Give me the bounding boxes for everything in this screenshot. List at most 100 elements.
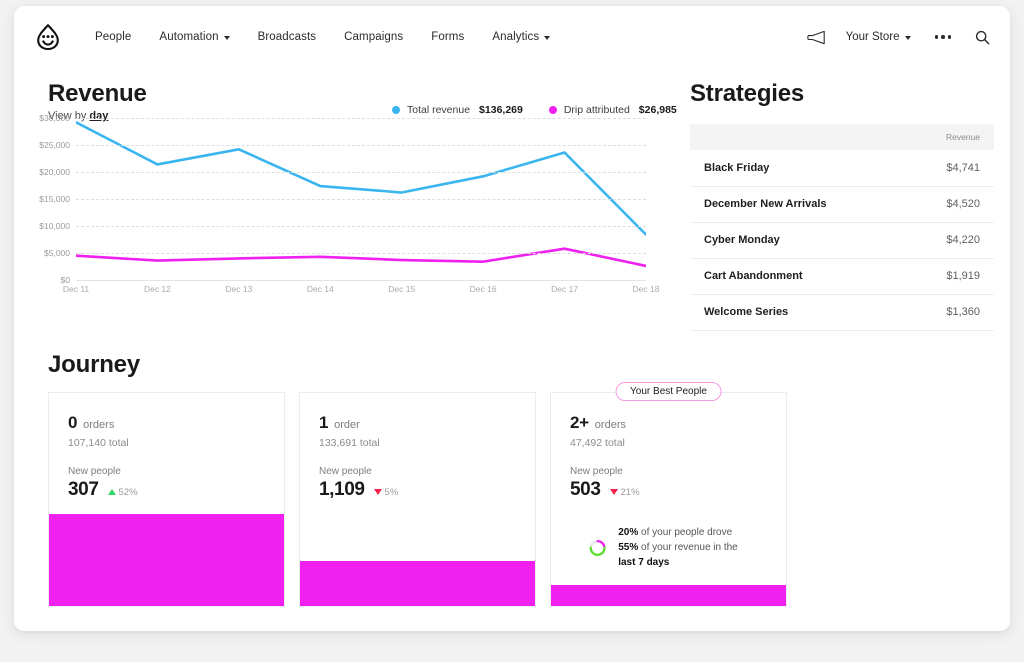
journey-card[interactable]: Your Best People2+orders47,492 totalNew … (550, 392, 787, 607)
chart-gridline (76, 199, 646, 200)
strategy-name: Black Friday (690, 150, 899, 186)
strategy-name: Cart Abandonment (690, 258, 899, 294)
strategy-name: Cyber Monday (690, 222, 899, 258)
nav-item-people[interactable]: People (81, 25, 145, 49)
orders-line: 1order (319, 413, 516, 433)
new-people-label: New people (570, 466, 767, 477)
nav-item-campaigns[interactable]: Campaigns (330, 25, 417, 49)
strategy-name: Welcome Series (690, 294, 899, 330)
arrow-down-icon (374, 489, 382, 495)
table-row[interactable]: Cart Abandonment$1,919 (690, 258, 994, 294)
nav-item-forms[interactable]: Forms (417, 25, 478, 49)
arrow-down-icon (610, 489, 618, 495)
journey-card[interactable]: 1order 133,691 total New people 1,1095% (299, 392, 536, 607)
delta-value: 52% (119, 487, 138, 498)
x-axis-labels: Dec 11Dec 12Dec 13Dec 14Dec 15Dec 16Dec … (76, 284, 646, 304)
legend-label: Drip attributed (564, 104, 630, 116)
chart-line-drip-attributed (76, 249, 646, 266)
nav-item-broadcasts[interactable]: Broadcasts (244, 25, 331, 49)
strategy-revenue: $4,220 (899, 222, 994, 258)
x-axis-tick-label: Dec 18 (633, 284, 660, 294)
orders-word: orders (83, 419, 114, 431)
x-axis-tick-label: Dec 11 (63, 284, 89, 294)
y-axis-tick-label: $25,000 (39, 140, 70, 150)
search-icon[interactable] (975, 30, 990, 45)
strategy-revenue: $4,520 (899, 186, 994, 222)
more-options-icon[interactable] (931, 31, 956, 43)
nav-item-label: Analytics (492, 31, 539, 43)
nav-item-label: Broadcasts (258, 31, 317, 43)
table-row[interactable]: December New Arrivals$4,520 (690, 186, 994, 222)
strategies-table-head: Revenue (690, 124, 994, 150)
new-people-label: New people (319, 466, 516, 477)
revenue-line-chart: $0$5,000$10,000$15,000$20,000$25,000$30,… (14, 118, 662, 308)
delta-value: 5% (385, 487, 399, 498)
drip-logo[interactable] (33, 21, 63, 53)
strategy-revenue: $4,741 (899, 150, 994, 186)
journey-card-body: 0orders107,140 totalNew people30752% (49, 393, 284, 501)
chart-gridline (76, 226, 646, 227)
legend-item-total-revenue: Total revenue $136,269 (392, 104, 523, 116)
journey-card-body: 2+orders47,492 totalNew people50321%20% … (551, 393, 786, 570)
chevron-down-icon (544, 36, 550, 40)
primary-nav-links: People Automation Broadcasts Campaigns F… (81, 25, 564, 49)
orders-total: 133,691 total (319, 437, 516, 449)
journey-card-body: 1order 133,691 total New people 1,1095% (300, 393, 535, 501)
x-axis-tick-label: Dec 13 (225, 284, 252, 294)
search-glyph (975, 30, 990, 45)
orders-total: 47,492 total (570, 437, 767, 449)
table-row[interactable]: Cyber Monday$4,220 (690, 222, 994, 258)
strategy-revenue: $1,919 (899, 258, 994, 294)
store-selector[interactable]: Your Store (846, 31, 911, 43)
new-people-count: 307 (68, 479, 99, 501)
x-axis-tick-label: Dec 14 (307, 284, 334, 294)
table-row[interactable]: Black Friday$4,741 (690, 150, 994, 186)
dot (948, 35, 952, 39)
orders-total: 107,140 total (68, 437, 265, 449)
orders-line: 0orders (68, 413, 265, 433)
journey-title: Journey (48, 351, 140, 379)
y-axis-tick-label: $30,000 (39, 113, 70, 123)
top-navigation-bar: People Automation Broadcasts Campaigns F… (14, 6, 1010, 68)
chevron-down-icon (224, 36, 230, 40)
table-row[interactable]: Welcome Series$1,360 (690, 294, 994, 330)
strategies-table: Revenue Black Friday$4,741December New A… (690, 124, 994, 331)
nav-right-actions: Your Store (807, 30, 990, 45)
column-header-name (690, 124, 899, 150)
strategy-revenue: $1,360 (899, 294, 994, 330)
orders-line: 2+ orders (570, 413, 767, 433)
new-people-line: 1,1095% (319, 479, 516, 501)
strategies-section: Strategies Revenue Black Friday$4,741Dec… (674, 68, 1010, 331)
arrow-up-icon (108, 489, 116, 495)
strategy-name: December New Arrivals (690, 186, 899, 222)
journey-volume-bar (49, 514, 284, 606)
table-header-row: Revenue (690, 124, 994, 150)
journey-volume-bar (300, 561, 535, 606)
journey-card[interactable]: 0orders107,140 totalNew people30752% (48, 392, 285, 607)
legend-item-drip-attributed: Drip attributed $26,985 (549, 104, 677, 116)
dot (935, 35, 939, 39)
megaphone-icon[interactable] (807, 30, 826, 45)
chart-gridline (76, 280, 646, 281)
x-axis-tick-label: Dec 12 (144, 284, 171, 294)
legend-value: $136,269 (479, 104, 523, 116)
chart-gridline (76, 253, 646, 254)
nav-item-analytics[interactable]: Analytics (478, 25, 564, 49)
nav-item-label: Forms (431, 31, 464, 43)
delta-value: 21% (621, 487, 640, 498)
delta-indicator: 52% (108, 487, 138, 498)
revenue-donut-chart (588, 527, 607, 569)
legend-color-swatch (549, 106, 557, 114)
chart-line-total-revenue (76, 122, 646, 234)
y-axis-tick-label: $20,000 (39, 167, 70, 177)
store-selector-label: Your Store (846, 31, 900, 43)
new-people-count: 503 (570, 479, 601, 501)
nav-item-automation[interactable]: Automation (145, 25, 243, 49)
legend-label: Total revenue (407, 104, 470, 116)
column-header-revenue: Revenue (899, 124, 994, 150)
orders-count: 1 (319, 413, 328, 433)
new-people-line: 503 21% (570, 479, 767, 501)
dot (941, 35, 945, 39)
orders-word: orders (595, 419, 626, 431)
orders-count: 2+ (570, 413, 589, 433)
